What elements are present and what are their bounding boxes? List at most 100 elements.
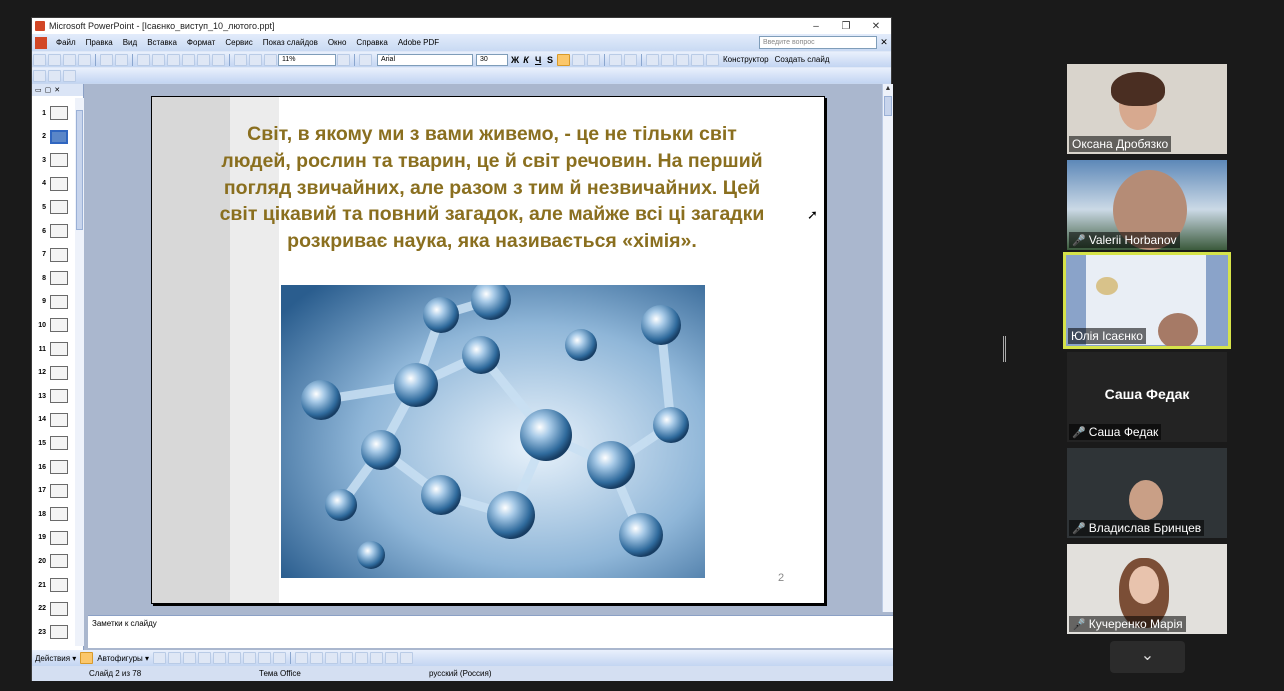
slide-thumbnail-image[interactable]	[50, 483, 68, 498]
slide-thumbnail-image[interactable]	[50, 578, 68, 592]
decrease-indent-icon[interactable]	[676, 53, 689, 66]
participant-tile[interactable]: 🎤 Владислав Бринцев	[1067, 448, 1227, 538]
slide-thumbnail-image[interactable]	[50, 153, 68, 168]
menu-insert[interactable]: Вставка	[142, 38, 182, 47]
close-document-button[interactable]: ✕	[877, 37, 891, 48]
increase-indent-icon[interactable]	[691, 53, 704, 66]
zoom-combo[interactable]: 11%	[278, 53, 336, 66]
slide-thumbnail-image[interactable]	[50, 318, 68, 333]
slides-tab-icon[interactable]: ▢	[45, 86, 52, 94]
picture-icon[interactable]	[273, 652, 287, 664]
align-center-icon[interactable]	[572, 53, 585, 66]
slide-thumbnail-image[interactable]	[50, 412, 68, 427]
menu-tools[interactable]: Сервис	[220, 38, 257, 47]
permission-icon[interactable]	[78, 53, 91, 66]
slide-thumbnail-image[interactable]	[50, 176, 68, 191]
markup-icon[interactable]	[48, 69, 61, 82]
numbering-icon[interactable]	[609, 53, 622, 66]
new-slide-button[interactable]: Создать слайд	[772, 55, 833, 64]
scroll-thumb[interactable]	[884, 96, 892, 116]
font-color-icon[interactable]	[706, 53, 719, 66]
arrow-style-icon[interactable]	[370, 652, 384, 664]
slide-thumbnail-image[interactable]	[50, 247, 68, 262]
italic-button[interactable]: К	[520, 55, 532, 65]
textbox-icon[interactable]	[213, 652, 227, 664]
review-icon[interactable]	[63, 69, 76, 82]
slide-thumbnail-image[interactable]	[50, 460, 68, 474]
slide-body-text[interactable]: Світ, в якому ми з вами живемо, - це не …	[212, 121, 772, 255]
align-right-icon[interactable]	[587, 53, 600, 66]
select-icon[interactable]	[80, 652, 94, 664]
underline-button[interactable]: Ч	[532, 55, 544, 65]
designer-button[interactable]: Конструктор	[720, 55, 772, 64]
slide-thumbnail-image[interactable]	[50, 271, 68, 286]
print-icon[interactable]	[100, 53, 113, 66]
line-style-icon[interactable]	[340, 652, 354, 664]
3d-icon[interactable]	[400, 652, 414, 664]
notes-pane[interactable]: Заметки к слайду	[88, 615, 893, 648]
slide-thumbnail-image[interactable]	[50, 129, 68, 144]
slide-thumbnail-image[interactable]	[50, 365, 68, 380]
fill-color-icon[interactable]	[295, 652, 309, 664]
arrow-icon[interactable]	[168, 652, 182, 664]
close-panel-icon[interactable]: ✕	[54, 86, 60, 94]
font-size-combo[interactable]: 30	[476, 53, 508, 66]
pdf-icon[interactable]	[359, 53, 372, 66]
restore-button[interactable]: ❐	[831, 21, 861, 32]
shadow-icon[interactable]	[385, 652, 399, 664]
menu-window[interactable]: Окно	[323, 38, 352, 47]
slide-thumbnail-image[interactable]	[50, 530, 68, 545]
spelling-icon[interactable]	[137, 53, 150, 66]
font-color-icon[interactable]	[325, 652, 339, 664]
paste-icon[interactable]	[182, 53, 195, 66]
slide-thumbnail-image[interactable]	[50, 554, 68, 569]
font-combo[interactable]: Arial	[377, 53, 473, 66]
outline-tab-icon[interactable]: ▭	[35, 86, 42, 94]
line-color-icon[interactable]	[310, 652, 324, 664]
slide-thumbnail-image[interactable]	[50, 625, 68, 640]
align-left-icon[interactable]	[557, 53, 570, 66]
ask-question-input[interactable]: Введите вопрос	[759, 36, 877, 49]
slide-canvas[interactable]: Світ, в якому ми з вами живемо, - це не …	[151, 96, 825, 604]
scroll-up-icon[interactable]: ▲	[883, 84, 893, 94]
decrease-font-icon[interactable]	[661, 53, 674, 66]
clipart-icon[interactable]	[258, 652, 272, 664]
menu-slideshow[interactable]: Показ слайдов	[258, 38, 323, 47]
preview-icon[interactable]	[115, 53, 128, 66]
slide-thumbnail-image[interactable]	[50, 106, 68, 120]
participant-tile[interactable]: 🎤 Кучеренко Марія	[1067, 544, 1227, 634]
slide-scrollbar[interactable]: ▲	[882, 84, 893, 612]
diagram-icon[interactable]	[243, 652, 257, 664]
undo-icon[interactable]	[197, 53, 210, 66]
menu-adobe-pdf[interactable]: Adobe PDF	[393, 38, 444, 47]
participant-tile[interactable]: Саша Федак 🎤 Саша Федак	[1067, 352, 1227, 442]
shadow-button[interactable]: S	[544, 55, 556, 65]
chevron-down-icon[interactable]: ⌄	[1110, 641, 1185, 673]
new-icon[interactable]	[33, 53, 46, 66]
copy-icon[interactable]	[167, 53, 180, 66]
bullets-icon[interactable]	[624, 53, 637, 66]
line-icon[interactable]	[153, 652, 167, 664]
thumbnail-scrollbar[interactable]	[75, 98, 84, 646]
autoshapes-menu[interactable]: Автофигуры ▾	[94, 654, 152, 663]
dash-style-icon[interactable]	[355, 652, 369, 664]
slide-thumbnail-image[interactable]	[50, 436, 68, 451]
slide-thumbnail-image[interactable]	[50, 342, 68, 356]
slide-thumbnail-image[interactable]	[50, 601, 68, 616]
slide-thumbnail-image[interactable]	[50, 507, 68, 522]
slide-thumbnail-image[interactable]	[50, 200, 68, 215]
menu-format[interactable]: Формат	[182, 38, 220, 47]
help-icon[interactable]	[337, 53, 350, 66]
molecule-image[interactable]	[281, 285, 705, 578]
participant-tile[interactable]: 🎤 Valerii Horbanov	[1067, 160, 1227, 250]
slide-thumbnail-image[interactable]	[50, 294, 68, 309]
oval-icon[interactable]	[198, 652, 212, 664]
wordart-icon[interactable]	[228, 652, 242, 664]
cut-icon[interactable]	[152, 53, 165, 66]
menu-file[interactable]: Файл	[51, 38, 81, 47]
document-icon[interactable]	[35, 36, 47, 49]
slide-thumbnail-image[interactable]	[50, 389, 68, 404]
slide-thumbnail-image[interactable]	[50, 224, 68, 238]
panel-resize-handle[interactable]	[1003, 336, 1006, 362]
chart-icon[interactable]	[234, 53, 247, 66]
